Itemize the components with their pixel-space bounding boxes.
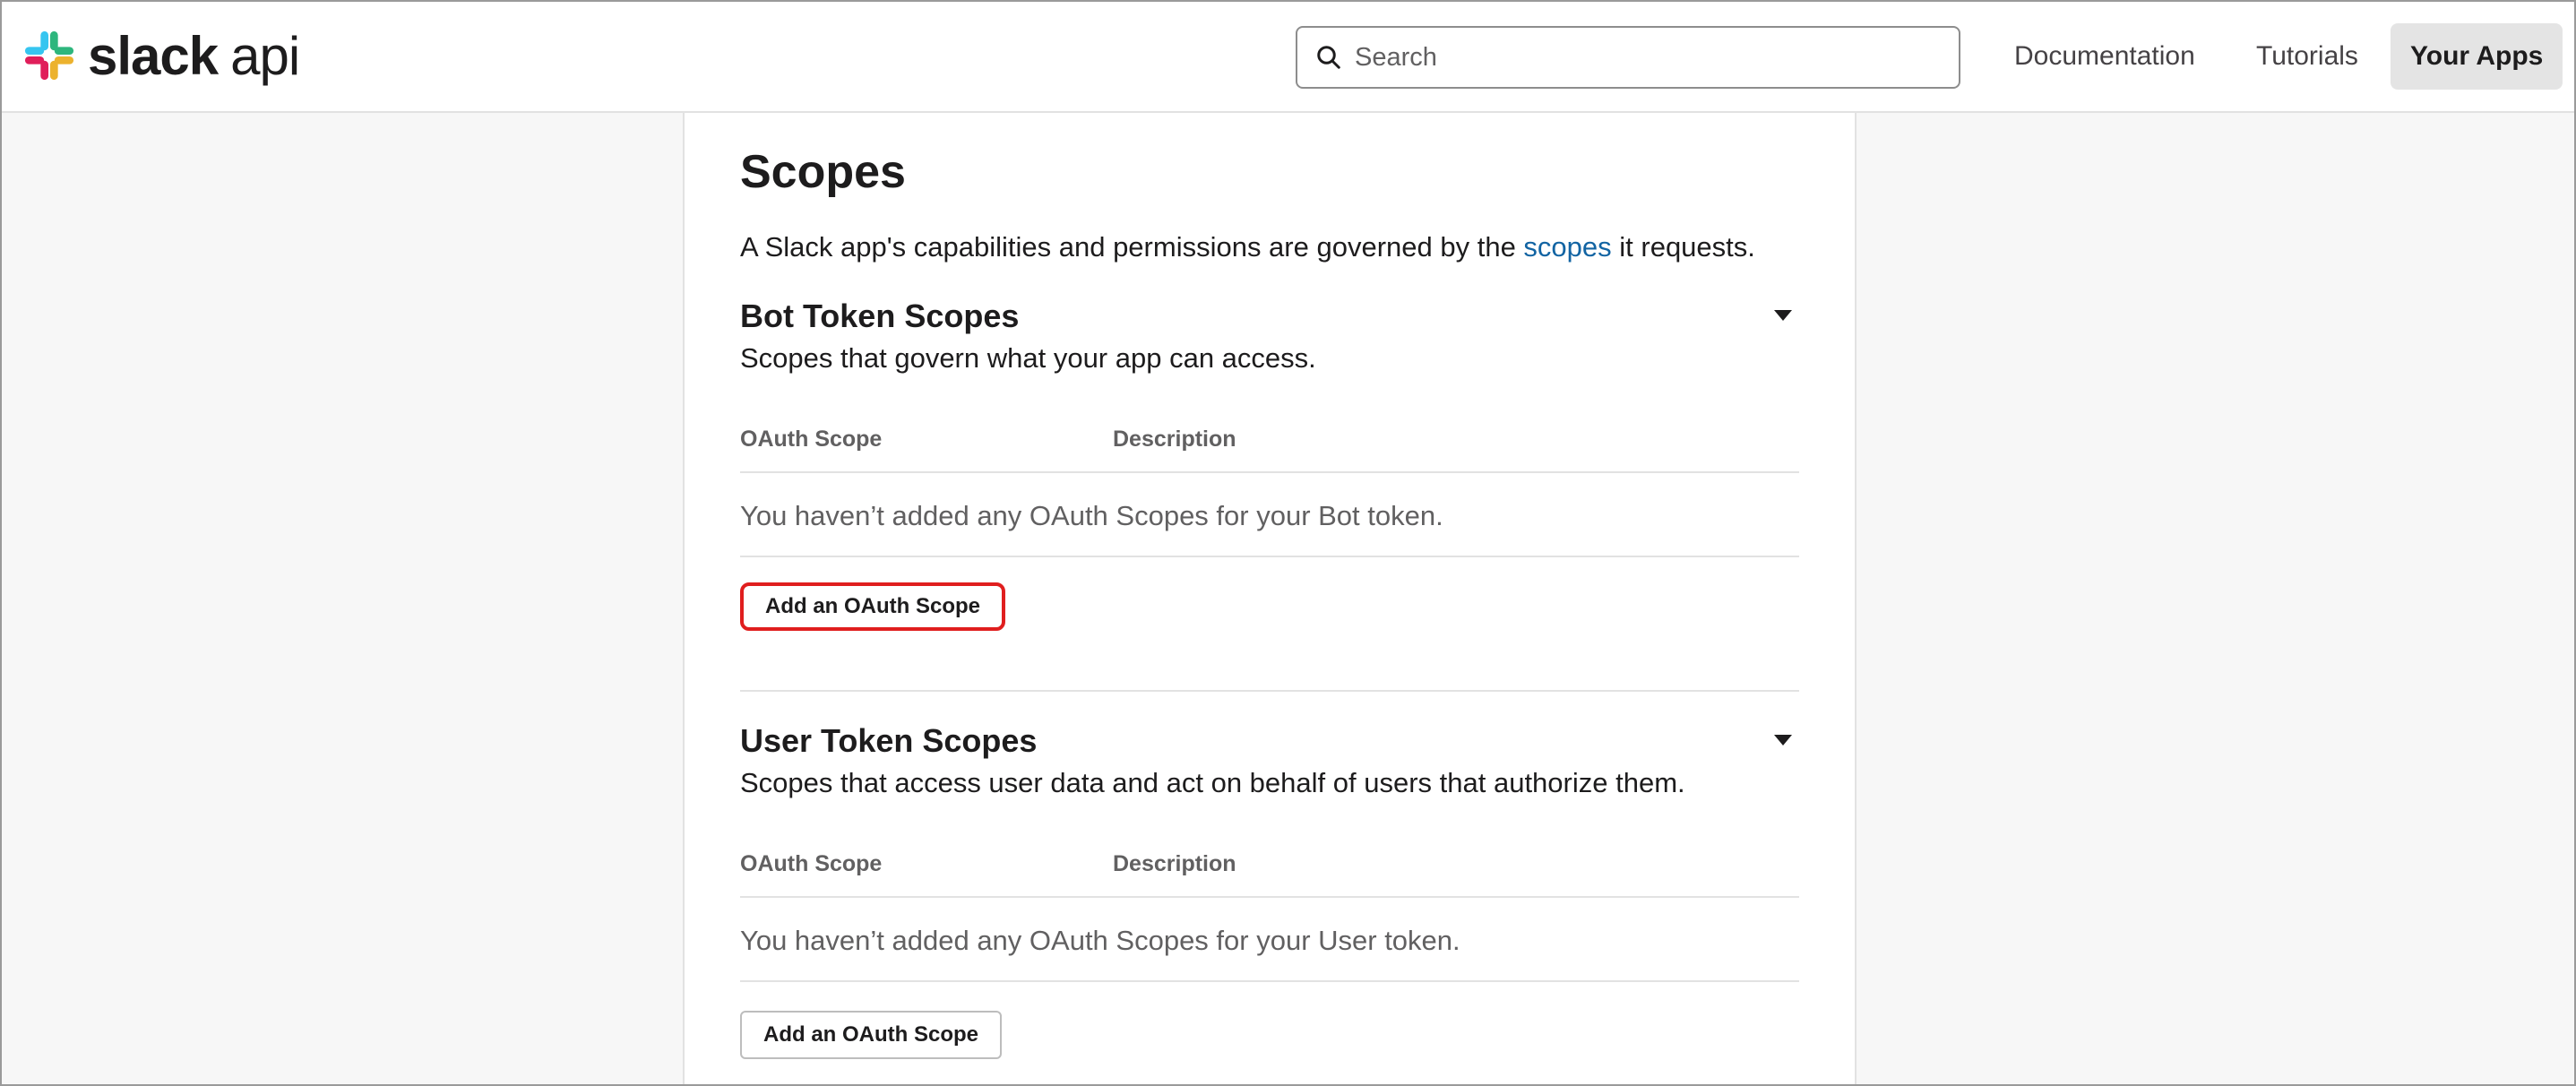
- page-title: Scopes: [740, 146, 906, 198]
- logo-suffix: api: [230, 25, 300, 86]
- user-scopes-description: Scopes that access user data and act on …: [740, 767, 1685, 798]
- user-col-description: Description: [1113, 851, 1236, 876]
- nav-documentation[interactable]: Documentation: [1994, 23, 2215, 90]
- user-table-divider-bottom: [740, 980, 1799, 982]
- top-header: slack api Documentation Tutorials Your A…: [2, 2, 2574, 113]
- user-add-oauth-scope-button[interactable]: Add an OAuth Scope: [740, 1011, 1002, 1059]
- search-icon: [1317, 46, 1340, 69]
- bot-col-oauth-scope: OAuth Scope: [740, 427, 883, 452]
- user-scopes-title: User Token Scopes: [740, 722, 1038, 759]
- app-window: slack api Documentation Tutorials Your A…: [0, 0, 2576, 1086]
- slack-api-logo[interactable]: slack api: [23, 25, 300, 86]
- slack-logo-icon: [24, 30, 74, 81]
- page-intro: A Slack app's capabilities and permissio…: [740, 231, 1755, 263]
- scopes-link[interactable]: scopes: [1523, 231, 1611, 263]
- bot-empty-message: You haven’t added any OAuth Scopes for y…: [740, 500, 1443, 531]
- user-collapse-caret-icon[interactable]: [1774, 735, 1792, 746]
- main-content: Scopes A Slack app's capabilities and pe…: [683, 113, 1857, 1084]
- bot-collapse-caret-icon[interactable]: [1774, 310, 1792, 321]
- intro-text-start: A Slack app's capabilities and permissio…: [740, 231, 1524, 263]
- bot-table-divider-top: [740, 471, 1799, 473]
- search-box[interactable]: [1296, 26, 1960, 89]
- intro-text-end: it requests.: [1611, 231, 1755, 263]
- bot-table-divider-bottom: [740, 556, 1799, 557]
- search-input[interactable]: [1355, 42, 1928, 73]
- user-empty-message: You haven’t added any OAuth Scopes for y…: [740, 925, 1460, 956]
- bot-scopes-description: Scopes that govern what your app can acc…: [740, 342, 1316, 374]
- logo-word: slack: [88, 25, 219, 86]
- bot-scopes-title: Bot Token Scopes: [740, 297, 1020, 334]
- bot-add-oauth-scope-button[interactable]: Add an OAuth Scope: [740, 582, 1005, 631]
- bot-col-description: Description: [1113, 427, 1236, 452]
- section-divider: [740, 690, 1799, 692]
- nav-your-apps[interactable]: Your Apps: [2391, 23, 2563, 90]
- nav-tutorials[interactable]: Tutorials: [2236, 23, 2378, 90]
- user-table-divider-top: [740, 896, 1799, 898]
- user-col-oauth-scope: OAuth Scope: [740, 851, 883, 876]
